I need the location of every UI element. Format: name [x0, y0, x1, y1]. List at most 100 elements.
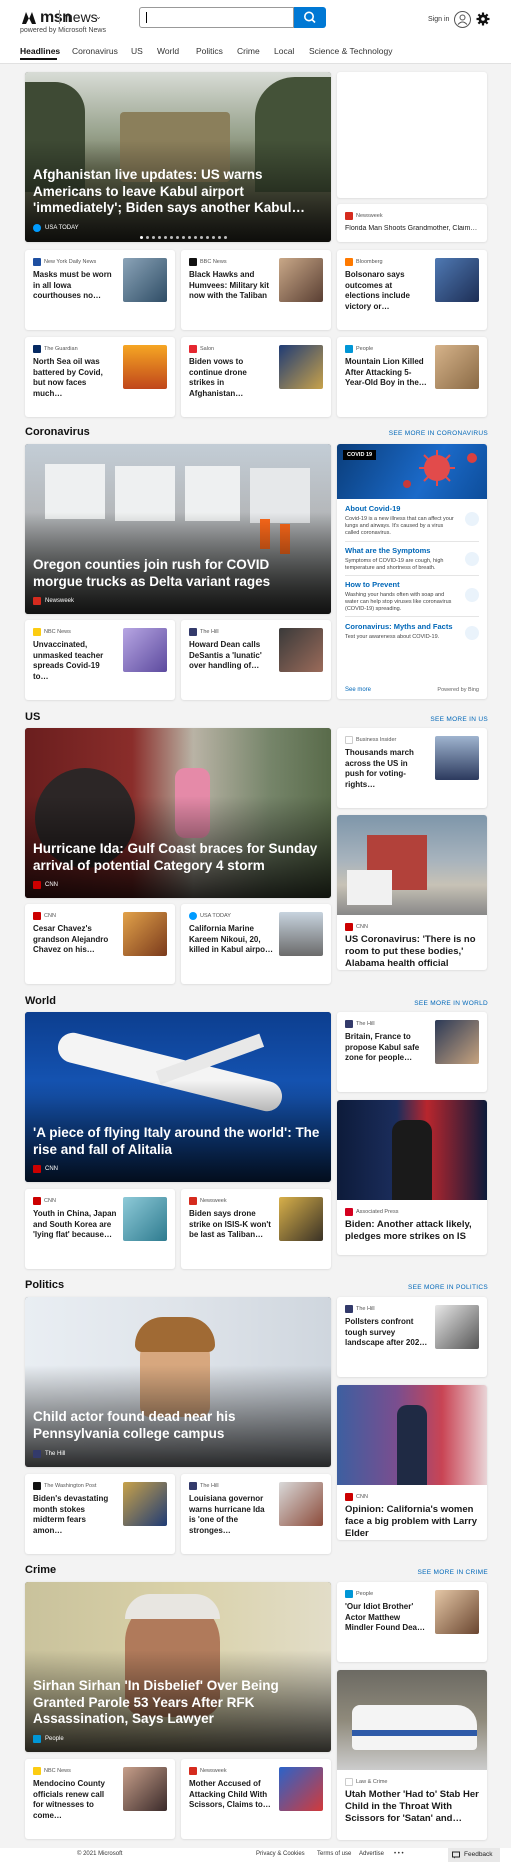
tab-coronavirus[interactable]: Coronavirus — [72, 46, 118, 56]
news-card[interactable]: CNN Cesar Chavez's grandson Alejandro Ch… — [25, 904, 175, 984]
news-card[interactable]: New York Daily News Masks must be worn i… — [25, 250, 175, 330]
politics-side-card[interactable]: CNN Opinion: California's women face a b… — [337, 1385, 487, 1540]
hero-title[interactable]: Sirhan Sirhan 'In Disbelief' Over Being … — [33, 1678, 321, 1728]
card-title[interactable]: California Marine Kareem Nikoui, 20, kil… — [189, 924, 273, 956]
news-card[interactable]: The Hill Howard Dean calls DeSantis a 'l… — [181, 620, 331, 700]
world-hero-card[interactable]: 'A piece of flying Italy around the worl… — [25, 1012, 331, 1182]
section-title-crime[interactable]: Crime — [25, 1564, 56, 1576]
see-more-coronavirus-link[interactable]: SEE MORE IN CORONAVIRUS — [389, 430, 488, 437]
hero-title[interactable]: Child actor found dead near his Pennsylv… — [33, 1409, 321, 1442]
msn-butterfly-icon[interactable] — [20, 10, 38, 26]
news-card[interactable]: Business Insider Thousands march across … — [337, 728, 487, 808]
world-side-card[interactable]: Associated Press Biden: Another attack l… — [337, 1100, 487, 1255]
headline-hero-card[interactable]: Afghanistan live updates: US warns Ameri… — [25, 72, 331, 242]
news-card[interactable]: The Guardian North Sea oil was battered … — [25, 337, 175, 417]
tab-headlines[interactable]: Headlines — [20, 46, 60, 56]
carousel-dot[interactable] — [218, 236, 221, 239]
card-title[interactable]: Biden vows to continue drone strikes in … — [189, 357, 273, 399]
card-title[interactable]: Mother Accused of Attacking Child With S… — [189, 1779, 273, 1811]
covid-prevent-link[interactable]: How to Prevent — [345, 580, 400, 589]
see-more-world-link[interactable]: SEE MORE IN WORLD — [414, 1000, 488, 1007]
carousel-dot[interactable] — [206, 236, 209, 239]
crime-hero-card[interactable]: Sirhan Sirhan 'In Disbelief' Over Being … — [25, 1582, 331, 1752]
news-card[interactable]: People 'Our Idiot Brother' Actor Matthew… — [337, 1582, 487, 1662]
covid-see-more-link[interactable]: See more — [345, 687, 371, 693]
card-title[interactable]: Youth in China, Japan and South Korea ar… — [33, 1209, 117, 1241]
carousel-dot[interactable] — [212, 236, 215, 239]
news-card[interactable]: People Mountain Lion Killed After Attack… — [337, 337, 487, 417]
news-card[interactable]: The Hill Louisiana governor warns hurric… — [181, 1474, 331, 1554]
gear-icon[interactable] — [476, 12, 490, 26]
search-button[interactable] — [294, 7, 326, 28]
terms-link[interactable]: Terms of use — [317, 1851, 351, 1857]
news-card[interactable]: The Hill Britain, France to propose Kabu… — [337, 1012, 487, 1092]
carousel-dot[interactable] — [188, 236, 191, 239]
us-hero-card[interactable]: Hurricane Ida: Gulf Coast braces for Sun… — [25, 728, 331, 898]
news-card[interactable]: Newsweek Mother Accused of Attacking Chi… — [181, 1759, 331, 1839]
advertise-link[interactable]: Advertise — [359, 1851, 384, 1857]
side-card-title[interactable]: Utah Mother 'Had to' Stab Her Child in t… — [345, 1789, 479, 1825]
card-title[interactable]: Black Hawks and Humvees: Military kit no… — [189, 270, 273, 302]
carousel-dot[interactable] — [176, 236, 179, 239]
side-card-title[interactable]: US Coronavirus: 'There is no room to put… — [345, 934, 479, 970]
news-card[interactable]: BBC News Black Hawks and Humvees: Milita… — [181, 250, 331, 330]
news-card[interactable]: Newsweek Biden says drone strike on ISIS… — [181, 1189, 331, 1269]
politics-hero-card[interactable]: Child actor found dead near his Pennsylv… — [25, 1297, 331, 1467]
news-card[interactable]: Salon Biden vows to continue drone strik… — [181, 337, 331, 417]
card-title[interactable]: Mountain Lion Killed After Attacking 5-Y… — [345, 357, 429, 389]
hero-title[interactable]: 'A piece of flying Italy around the worl… — [33, 1125, 321, 1158]
covid-symptoms-link[interactable]: What are the Symptoms — [345, 546, 430, 555]
card-title[interactable]: Louisiana governor warns hurricane Ida i… — [189, 1494, 273, 1536]
crime-side-card[interactable]: Law & Crime Utah Mother 'Had to' Stab He… — [337, 1670, 487, 1840]
hero-title[interactable]: Hurricane Ida: Gulf Coast braces for Sun… — [33, 841, 321, 874]
sign-in-link[interactable]: Sign in — [428, 16, 449, 23]
card-title[interactable]: Howard Dean calls DeSantis a 'lunatic' o… — [189, 640, 273, 672]
tab-science-technology[interactable]: Science & Technology — [309, 46, 392, 56]
carousel-dot[interactable] — [140, 236, 143, 239]
more-links-button[interactable]: • • • — [394, 1851, 404, 1857]
news-card[interactable]: USA TODAY California Marine Kareem Nikou… — [181, 904, 331, 984]
card-title[interactable]: Britain, France to propose Kabul safe zo… — [345, 1032, 429, 1064]
carousel-dot[interactable] — [194, 236, 197, 239]
card-title[interactable]: North Sea oil was battered by Covid, but… — [33, 357, 117, 399]
card-title[interactable]: Cesar Chavez's grandson Alejandro Chavez… — [33, 924, 117, 956]
news-card[interactable]: The Washington Post Biden's devastating … — [25, 1474, 175, 1554]
carousel-dot[interactable] — [224, 236, 227, 239]
tab-politics[interactable]: Politics — [196, 46, 223, 56]
side-card-title[interactable]: Opinion: California's women face a big p… — [345, 1504, 479, 1540]
side-card-title[interactable]: Biden: Another attack likely, pledges mo… — [345, 1219, 479, 1243]
card-title[interactable]: Masks must be worn in all Iowa courthous… — [33, 270, 117, 302]
section-title-us[interactable]: US — [25, 711, 40, 723]
card-title[interactable]: Biden's devastating month stokes midterm… — [33, 1494, 117, 1536]
carousel-dot[interactable] — [164, 236, 167, 239]
hero-title[interactable]: Oregon counties join rush for COVID morg… — [33, 557, 321, 590]
news-card[interactable]: NBC News Unvaccinated, unmasked teacher … — [25, 620, 175, 700]
avatar[interactable] — [454, 11, 471, 28]
chevron-down-icon[interactable]: ⌄ — [95, 12, 102, 21]
section-title-politics[interactable]: Politics — [25, 1279, 64, 1291]
carousel-dot[interactable] — [200, 236, 203, 239]
us-side-card[interactable]: CNN US Coronavirus: 'There is no room to… — [337, 815, 487, 970]
coronavirus-hero-card[interactable]: Oregon counties join rush for COVID morg… — [25, 444, 331, 614]
headline-side-card[interactable]: Newsweek Florida Man Shoots Grandmother,… — [337, 204, 487, 242]
tab-world[interactable]: World — [157, 46, 179, 56]
see-more-crime-link[interactable]: SEE MORE IN CRIME — [418, 1569, 488, 1576]
carousel-dot[interactable] — [170, 236, 173, 239]
side-card-title[interactable]: Florida Man Shoots Grandmother, Claim… — [345, 225, 481, 232]
card-title[interactable]: Thousands march across the US in push fo… — [345, 748, 429, 790]
card-title[interactable]: Pollsters confront tough survey landscap… — [345, 1317, 429, 1349]
see-more-us-link[interactable]: SEE MORE IN US — [430, 716, 488, 723]
tab-us[interactable]: US — [131, 46, 143, 56]
card-title[interactable]: Unvaccinated, unmasked teacher spreads C… — [33, 640, 117, 682]
carousel-dots[interactable] — [140, 236, 227, 239]
carousel-dot[interactable] — [146, 236, 149, 239]
hero-title[interactable]: Afghanistan live updates: US warns Ameri… — [33, 167, 321, 217]
news-card[interactable]: Bloomberg Bolsonaro says outcomes at ele… — [337, 250, 487, 330]
covid-myths-link[interactable]: Coronavirus: Myths and Facts — [345, 622, 453, 631]
card-title[interactable]: Mendocino County officials renew call fo… — [33, 1779, 117, 1821]
tab-crime[interactable]: Crime — [237, 46, 260, 56]
section-title-world[interactable]: World — [25, 995, 56, 1007]
news-card[interactable]: The Hill Pollsters confront tough survey… — [337, 1297, 487, 1377]
carousel-dot[interactable] — [182, 236, 185, 239]
carousel-dot[interactable] — [158, 236, 161, 239]
